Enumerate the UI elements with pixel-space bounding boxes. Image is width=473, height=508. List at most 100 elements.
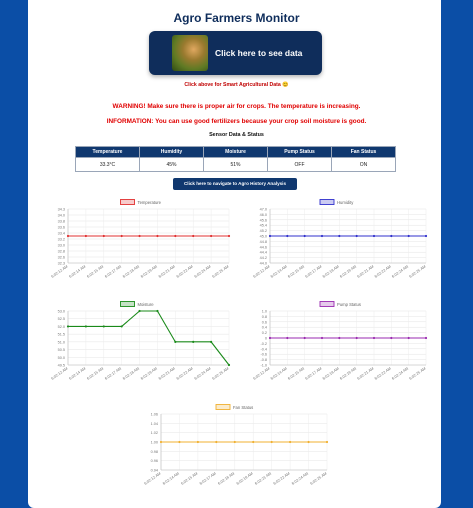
data-point — [268, 336, 272, 340]
data-point — [174, 340, 177, 343]
y-tick-label: 45.6 — [260, 218, 267, 222]
x-tick-label: 6:02:17 AM — [104, 265, 122, 279]
data-point — [390, 234, 393, 238]
x-tick-label: 6:02:25 AM — [212, 265, 230, 279]
data-point — [215, 440, 218, 444]
data-point — [233, 440, 236, 444]
x-tick-label: 6:02:14 AM — [162, 472, 180, 486]
x-tick-label: 6:02:19 AM — [140, 265, 158, 279]
y-tick-label: 44.4 — [260, 251, 267, 255]
x-tick-label: 6:02:22 AM — [374, 367, 392, 381]
y-tick-label: 46.0 — [260, 213, 267, 217]
data-point — [66, 234, 70, 238]
x-tick-label: 6:02:12 AM — [51, 367, 69, 381]
x-tick-label: 6:02:22 AM — [273, 472, 291, 486]
x-tick-label: 6:02:14 AM — [270, 367, 288, 381]
x-tick-label: 6:02:25 AM — [212, 367, 230, 381]
y-tick-label: 52.0 — [58, 325, 65, 329]
value-pump-status: OFF — [267, 157, 332, 172]
legend-label: Humidity — [337, 200, 354, 205]
y-tick-label: 44.6 — [260, 245, 267, 249]
y-tick-label: 33.2 — [58, 238, 65, 242]
see-data-note: Click above for Smart Agricultural Data … — [184, 82, 289, 88]
legend-label: Moisture — [138, 302, 155, 307]
legend-swatch — [319, 301, 335, 307]
x-tick-label: 6:02:21 AM — [357, 265, 375, 279]
y-tick-label: 32.8 — [58, 250, 65, 254]
x-tick-label: 6:02:17 AM — [104, 367, 122, 381]
y-tick-label: 34.3 — [58, 208, 65, 212]
y-tick-label: 32.3 — [58, 262, 65, 266]
data-point — [303, 234, 306, 238]
x-tick-label: 6:02:17 AM — [305, 265, 323, 279]
data-point — [227, 234, 231, 238]
data-point — [268, 234, 272, 238]
x-tick-label: 6:02:12 AM — [144, 472, 162, 486]
y-tick-label: 0 — [265, 337, 267, 341]
data-point — [338, 234, 341, 238]
value-moisture: 51% — [203, 157, 268, 172]
legend-label: Fan Status — [233, 405, 253, 410]
history-analysis-button[interactable]: Click here to navigate to Agro History A… — [173, 178, 297, 190]
data-point — [102, 234, 105, 238]
x-tick-label: 6:02:12 AM — [51, 265, 69, 279]
x-tick-label: 6:02:19 AM — [339, 265, 357, 279]
x-tick-label: 6:02:14 AM — [270, 265, 288, 279]
data-point — [289, 440, 292, 444]
y-tick-label: 50.0 — [58, 356, 65, 360]
data-point — [303, 336, 306, 340]
header-pump-status: Pump Status — [267, 146, 332, 158]
y-tick-label: 45.2 — [260, 229, 267, 233]
x-tick-label: 6:02:18 AM — [122, 265, 140, 279]
y-tick-label: 0.96 — [151, 459, 158, 463]
fan-status-chart: Fan Status1.061.041.021.000.980.960.946:… — [144, 404, 329, 486]
y-tick-label: 0.2 — [262, 331, 267, 335]
x-tick-label: 6:02:21 AM — [158, 265, 176, 279]
y-tick-label: -0.8 — [260, 358, 267, 362]
y-tick-label: 1.04 — [151, 422, 158, 426]
y-tick-label: 49.5 — [58, 364, 65, 368]
x-tick-label: 6:02:22 AM — [176, 367, 194, 381]
x-tick-label: 6:02:15 AM — [86, 265, 104, 279]
data-point — [325, 440, 329, 444]
x-tick-label: 6:02:14 AM — [68, 367, 86, 381]
x-tick-label: 6:02:15 AM — [86, 367, 104, 381]
data-point — [156, 234, 159, 238]
legend-label: Temperature — [138, 200, 162, 205]
legend-swatch — [120, 199, 135, 205]
y-tick-label: 0.6 — [262, 320, 267, 324]
x-tick-label: 6:02:17 AM — [199, 472, 217, 486]
data-point — [227, 363, 231, 367]
x-tick-label: 6:02:25 AM — [310, 472, 328, 486]
y-tick-label: 33.4 — [58, 232, 65, 236]
series-line — [68, 310, 230, 366]
see-data-button[interactable]: Click here to see data — [149, 31, 322, 75]
data-point — [84, 234, 87, 238]
value-temperature: 33.3°C — [75, 157, 140, 172]
sensor-value-row: 33.3°C 45% 51% OFF ON — [75, 157, 396, 172]
data-point — [286, 336, 289, 340]
pump-status-chart: Pump Status1.00.80.60.40.20-0.2-0.4-0.6-… — [253, 301, 428, 381]
y-tick-label: 1.02 — [151, 431, 158, 435]
data-point — [210, 340, 213, 343]
y-tick-label: 1.0 — [262, 310, 267, 314]
data-point — [120, 234, 123, 238]
x-tick-label: 6:02:24 AM — [194, 265, 212, 279]
x-tick-label: 6:02:24 AM — [194, 367, 212, 381]
x-tick-label: 6:02:21 AM — [357, 367, 375, 381]
data-point — [102, 325, 105, 328]
moisture-information: INFORMATION: You can use good fertilizer… — [106, 118, 367, 125]
temperature-warning: WARNING! Make sure there is proper air f… — [112, 103, 361, 110]
y-tick-label: -1.0 — [260, 364, 267, 368]
x-tick-label: 6:02:25 AM — [409, 367, 427, 381]
crop-thumbnail — [172, 35, 208, 71]
y-tick-label: 44.2 — [260, 256, 267, 260]
x-tick-label: 6:02:18 AM — [322, 265, 340, 279]
sensor-table: Temperature Humidity Moisture Pump Statu… — [75, 146, 396, 172]
data-point — [156, 309, 159, 313]
data-point — [407, 234, 410, 238]
x-tick-label: 6:02:22 AM — [176, 265, 194, 279]
data-point — [252, 440, 255, 444]
y-tick-label: 44.8 — [260, 240, 267, 244]
data-point — [159, 440, 163, 444]
